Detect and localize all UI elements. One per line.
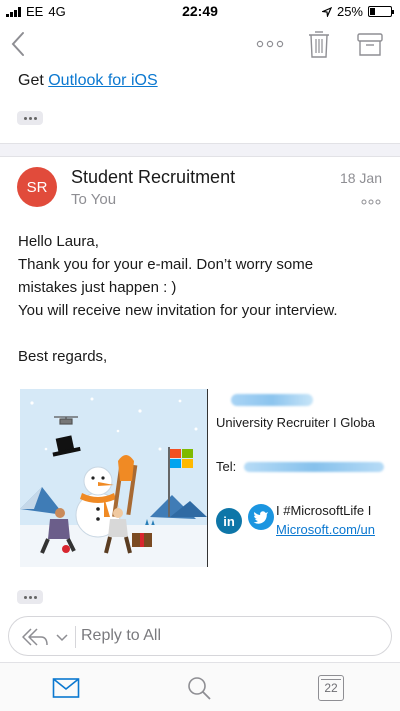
body-line: mistakes just happen : )	[18, 279, 177, 296]
battery-icon	[368, 6, 394, 17]
status-bar: EE 4G 22:49 25%	[0, 0, 400, 22]
body-line	[18, 322, 388, 345]
outlook-ios-link[interactable]: Outlook for iOS	[48, 72, 157, 89]
message-toolbar	[0, 22, 400, 66]
reply-bar: Reply to All	[0, 612, 400, 662]
signature-hashtag: I #MicrosoftLife I	[276, 503, 372, 518]
outlook-promo: Get Outlook for iOS	[18, 72, 158, 90]
reply-all-button[interactable]: Reply to All	[8, 616, 392, 656]
back-chevron-icon[interactable]	[8, 30, 28, 58]
redacted-name	[231, 394, 313, 406]
trash-icon[interactable]	[306, 28, 332, 60]
redacted-phone	[244, 462, 384, 472]
battery-fill	[370, 8, 375, 15]
chevron-down-icon[interactable]	[55, 630, 69, 644]
show-signature-button[interactable]	[17, 590, 43, 604]
sender-name[interactable]: Student Recruitment	[71, 167, 235, 188]
show-quoted-button[interactable]	[17, 111, 43, 125]
reply-all-label: Reply to All	[81, 627, 162, 644]
signature-illustration	[20, 389, 207, 567]
reply-all-icon	[22, 628, 48, 646]
more-options-icon[interactable]	[254, 36, 286, 52]
body-line: Thank you for your e-mail. Don’t worry s…	[18, 256, 314, 273]
archive-icon[interactable]	[356, 30, 384, 58]
search-icon[interactable]	[186, 675, 212, 701]
body-line: Hello Laura,	[18, 233, 99, 250]
signature-link[interactable]: Microsoft.com/un	[276, 522, 384, 537]
linkedin-icon[interactable]: in	[216, 508, 242, 534]
email-date: 18 Jan	[339, 170, 382, 186]
body-line: You will receive new invitation for your…	[18, 302, 338, 319]
promo-text: Get	[18, 72, 49, 89]
avatar[interactable]: SR	[17, 167, 57, 207]
twitter-icon[interactable]	[248, 504, 274, 530]
message-more-icon[interactable]	[360, 197, 382, 207]
body-line: Best regards,	[18, 348, 108, 365]
signature-tel-label: Tel:	[216, 459, 237, 474]
email-body: Hello Laura, Thank you for your e-mail. …	[18, 230, 388, 368]
location-arrow-icon	[321, 6, 332, 17]
battery-percent: 25%	[336, 4, 363, 19]
tab-bar: 22	[0, 662, 400, 711]
status-right: 25%	[321, 4, 394, 19]
recipient-label[interactable]: To You	[71, 191, 116, 208]
message-divider	[0, 143, 400, 157]
mail-icon[interactable]	[52, 677, 80, 699]
signature-divider	[207, 389, 208, 567]
reply-separator	[75, 626, 76, 648]
calendar-icon[interactable]: 22	[318, 675, 344, 701]
signature-title: University Recruiter I Globa	[216, 415, 375, 430]
